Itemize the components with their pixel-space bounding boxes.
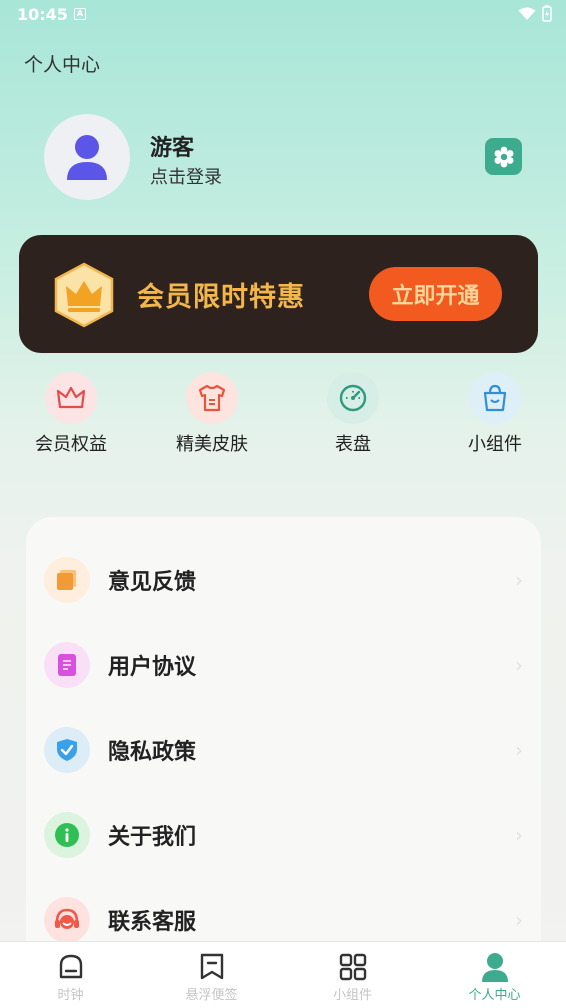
feature-row: 会员权益 精美皮肤 表盘 小组件 [0, 372, 566, 455]
nav-icon [197, 952, 227, 982]
nav-tab-widgets[interactable]: 小组件 [282, 942, 423, 1008]
status-time: 10:45 [17, 5, 68, 24]
feature-skins[interactable]: 精美皮肤 [162, 372, 262, 456]
clock-icon [59, 954, 82, 979]
shirt-icon [198, 384, 226, 412]
feature-widgets[interactable]: 小组件 [445, 372, 545, 456]
menu-item-user-agreement[interactable]: 用户协议 › [26, 622, 541, 707]
feature-icon-bg [186, 372, 238, 424]
nav-tab-floating-notes[interactable]: 悬浮便签 [141, 942, 282, 1008]
feature-icon-bg [45, 372, 97, 424]
nav-icon [338, 952, 368, 982]
bag-icon [483, 384, 507, 412]
chevron-right-icon: › [515, 652, 523, 677]
shield-icon [57, 738, 77, 761]
chevron-right-icon: › [515, 567, 523, 592]
vip-banner[interactable]: 会员限时特惠 立即开通 [19, 235, 538, 353]
nav-label: 个人中心 [468, 988, 521, 1003]
menu-item-privacy-policy[interactable]: 隐私政策 › [26, 707, 541, 792]
menu-icon-bg [44, 641, 90, 688]
menu-item-about-us[interactable]: 关于我们 › [26, 792, 541, 877]
menu-card: 意见反馈 › 用户协议 › 隐私政策 › 关于我们 › 联系客服 › [26, 517, 541, 977]
vip-crown-badge-icon [54, 262, 114, 328]
status-bar: 10:45 A [0, 0, 566, 30]
feedback-icon [57, 569, 76, 590]
settings-button[interactable] [485, 138, 522, 175]
chevron-right-icon: › [515, 822, 523, 847]
chevron-right-icon: › [515, 907, 523, 932]
gear-icon [494, 146, 513, 167]
nav-label: 时钟 [57, 988, 84, 1003]
feature-label: 精美皮肤 [176, 434, 248, 455]
menu-icon-bg [44, 556, 90, 603]
feature-dial[interactable]: 表盘 [303, 372, 403, 456]
crown-icon [56, 386, 86, 409]
bottom-nav: 时钟 悬浮便签 小组件 个人中心 [0, 941, 566, 1008]
feature-icon-bg [469, 372, 521, 424]
info-icon [55, 822, 79, 847]
menu-label: 关于我们 [108, 824, 197, 850]
user-avatar-icon [67, 135, 107, 180]
menu-label: 联系客服 [108, 909, 197, 935]
person-icon [481, 953, 508, 982]
nav-icon [56, 952, 86, 982]
chevron-right-icon: › [515, 737, 523, 762]
vip-activate-button[interactable]: 立即开通 [369, 267, 502, 321]
menu-label: 用户协议 [108, 654, 197, 680]
feature-label: 表盘 [335, 434, 371, 455]
feature-vip-rights[interactable]: 会员权益 [21, 372, 121, 456]
menu-icon-bg [44, 726, 90, 773]
login-link[interactable]: 点击登录 [150, 163, 222, 189]
wifi-icon [518, 7, 536, 20]
page-title: 个人中心 [24, 54, 101, 76]
menu-item-feedback[interactable]: 意见反馈 › [26, 537, 541, 622]
avatar[interactable] [44, 114, 130, 200]
grid-icon [339, 953, 366, 981]
battery-icon [542, 5, 552, 22]
nav-tab-profile[interactable]: 个人中心 [424, 942, 565, 1008]
dial-icon [339, 384, 367, 412]
notification-icon: A [74, 8, 86, 20]
agreement-icon [58, 653, 76, 676]
user-name[interactable]: 游客 [150, 130, 194, 162]
feature-label: 小组件 [468, 434, 522, 455]
menu-icon-bg [44, 896, 90, 943]
vip-promo-text: 会员限时特惠 [137, 282, 305, 313]
headset-icon [55, 908, 79, 929]
nav-label: 悬浮便签 [185, 988, 238, 1003]
nav-tab-clock[interactable]: 时钟 [0, 942, 141, 1008]
bookmark-icon [200, 953, 223, 980]
nav-label: 小组件 [332, 988, 372, 1003]
feature-icon-bg [327, 372, 379, 424]
menu-label: 隐私政策 [108, 739, 197, 765]
menu-label: 意见反馈 [108, 569, 197, 595]
menu-icon-bg [44, 811, 90, 858]
nav-icon [480, 952, 510, 982]
feature-label: 会员权益 [35, 434, 107, 455]
status-icons [518, 5, 552, 22]
